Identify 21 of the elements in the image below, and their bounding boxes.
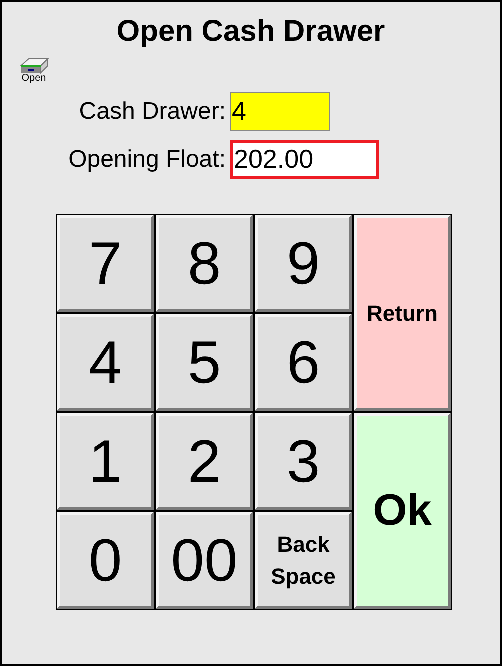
window-title: Open Cash Drawer <box>116 14 386 50</box>
keypad-button[interactable]: 1 <box>57 413 154 510</box>
field-label: Opening Float: <box>68 144 227 174</box>
keypad-button[interactable]: Back Space <box>255 512 352 609</box>
toolbar-button[interactable]: Open <box>19 56 49 84</box>
field-label: Cash Drawer: <box>78 96 227 126</box>
keypad-button[interactable]: Return <box>354 215 451 411</box>
keypad-button[interactable]: 3 <box>255 413 352 510</box>
input-field[interactable]: 4 <box>230 92 330 131</box>
keypad-button[interactable]: 4 <box>57 314 154 411</box>
keypad-button[interactable]: 0 <box>57 512 154 609</box>
keypad-button[interactable]: 5 <box>156 314 253 411</box>
input-field[interactable]: 202.00 <box>230 140 379 179</box>
drawer-icon <box>19 56 49 74</box>
keypad-button[interactable]: 9 <box>255 215 352 312</box>
keypad-button[interactable]: 2 <box>156 413 253 510</box>
keypad-button[interactable]: 8 <box>156 215 253 312</box>
keypad-button[interactable]: 7 <box>57 215 154 312</box>
keypad-button[interactable]: 6 <box>255 314 352 411</box>
keypad-button[interactable]: Ok <box>354 413 451 609</box>
keypad-button[interactable]: 00 <box>156 512 253 609</box>
